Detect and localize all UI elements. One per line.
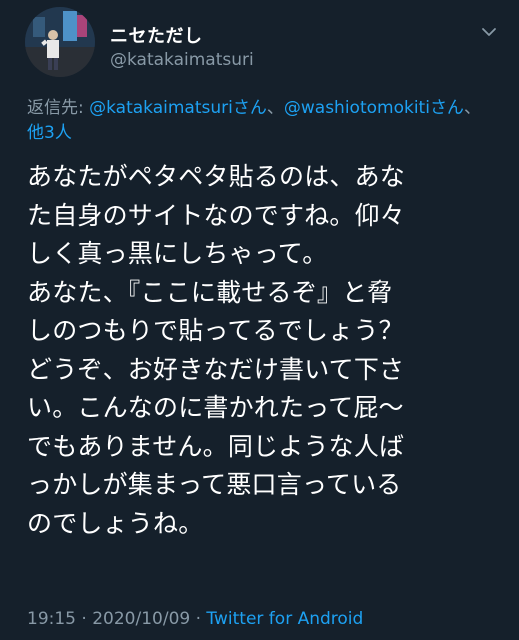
tweet-text-line: どうぞ、お好きなだけ書いて下さ — [27, 354, 405, 384]
tweet-text-line: しのつもりで貼ってるでしょう？ — [27, 316, 404, 345]
reply-others-link[interactable]: 他3人 — [27, 123, 72, 143]
reply-separator: 、 — [463, 98, 481, 118]
tweet-text-line: っかしが集まって悪口言っている — [27, 470, 402, 499]
display-name[interactable]: ニセただし — [110, 22, 203, 48]
avatar-image — [25, 7, 95, 77]
tweet-text: あなたがペタペタ貼るのは、あな た自身のサイトなのですね。仰々 しく真っ黒にしち… — [27, 158, 497, 543]
tweet-source-link[interactable]: Twitter for Android — [206, 609, 363, 629]
tweet-date[interactable]: 2020/10/09 — [92, 609, 190, 629]
tweet-text-line: あなたがペタペタ貼るのは、あな — [27, 162, 406, 191]
tweet-time[interactable]: 19:15 — [27, 609, 76, 629]
reply-mention-link[interactable]: @washiotomokiti — [284, 98, 430, 118]
tweet-text-line: のでしょうね。 — [27, 508, 204, 538]
chevron-down-icon[interactable] — [480, 26, 498, 38]
avatar[interactable] — [25, 7, 95, 77]
reply-mention-suffix[interactable]: さん — [430, 98, 464, 118]
meta-separator: · — [76, 609, 93, 629]
tweet-text-line: でもありません。同じような人ば — [27, 431, 405, 461]
meta-separator: · — [190, 609, 207, 629]
reply-to-label: 返信先: — [27, 98, 90, 118]
user-handle[interactable]: @katakaimatsuri — [110, 50, 254, 70]
tweet-text-line: い。こんなのに書かれたって屁〜 — [27, 393, 404, 422]
reply-context: 返信先: @katakaimatsuriさん、@washiotomokitiさん… — [27, 96, 497, 146]
tweet-text-line: あなた、『ここに載せるぞ』と脅 — [27, 277, 393, 307]
reply-mention-link[interactable]: @katakaimatsuriさん — [89, 98, 267, 118]
tweet-text-line: た自身のサイトなのですね。仰々 — [27, 200, 406, 230]
tweet-meta: 19:15 · 2020/10/09 · Twitter for Android — [27, 609, 363, 629]
tweet-text-line: しく真っ黒にしちゃって。 — [27, 239, 328, 268]
reply-separator: 、 — [266, 98, 284, 118]
